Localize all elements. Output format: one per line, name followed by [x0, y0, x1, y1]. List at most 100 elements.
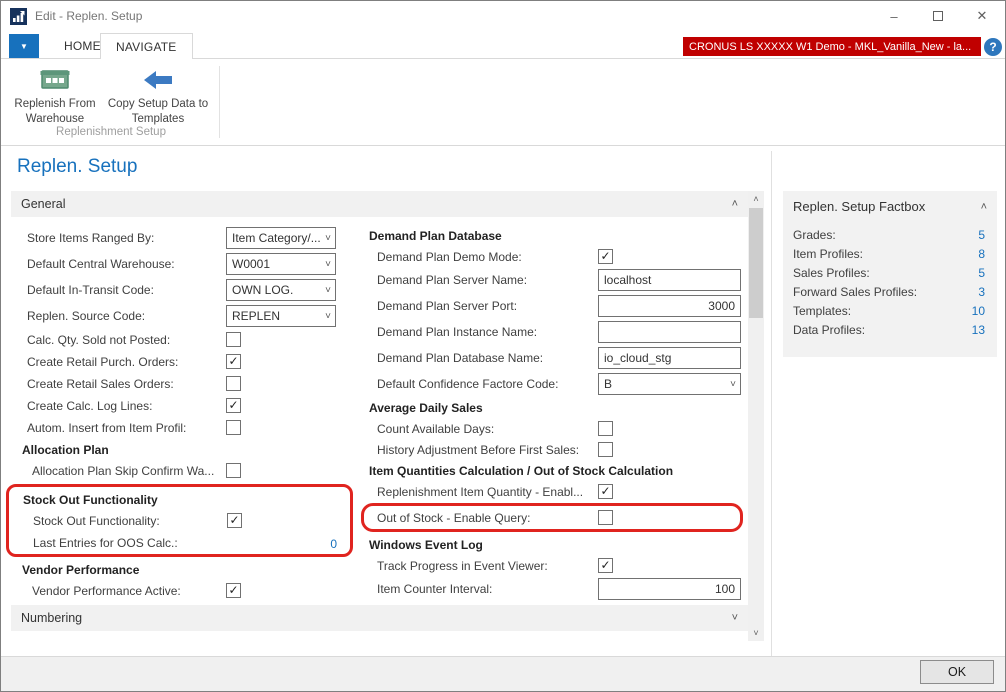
checkbox[interactable]: ✓ — [227, 513, 242, 528]
text-input[interactable] — [598, 321, 741, 343]
scroll-up-icon[interactable]: ˄ — [748, 191, 764, 207]
checkbox[interactable] — [598, 510, 613, 525]
field-label: Calc. Qty. Sold not Posted: — [27, 333, 170, 347]
field-row: Stock Out Functionality — [12, 489, 347, 510]
checkbox[interactable]: ✓ — [598, 249, 613, 264]
field-control — [226, 460, 336, 482]
field-row: Vendor Performance — [11, 559, 357, 580]
checkbox[interactable]: ✓ — [226, 583, 241, 598]
value-field[interactable]: 0 — [330, 537, 337, 551]
copy-setup-data-to-templates-button[interactable]: Copy Setup Data to Templates — [103, 65, 213, 127]
ribbon-group-divider — [219, 66, 220, 138]
vertical-scrollbar[interactable]: ˄ ˅ — [748, 191, 764, 641]
text-input[interactable] — [598, 269, 741, 291]
field-control — [598, 576, 741, 602]
maximize-button[interactable] — [916, 1, 960, 31]
checkbox[interactable] — [226, 332, 241, 347]
field-row: Stock Out Functionality:✓ — [12, 510, 347, 532]
field-label: Store Items Ranged By: — [27, 231, 154, 245]
minimize-button[interactable]: – — [872, 1, 916, 31]
chevron-down-icon: ˅ — [732, 612, 738, 624]
application-menu-button[interactable]: ▼ — [9, 34, 39, 58]
scrollbar-thumb[interactable] — [749, 208, 763, 318]
general-section-header[interactable]: General ˄ — [11, 191, 748, 217]
tab-navigate[interactable]: NAVIGATE — [100, 33, 193, 59]
factbox-panel: Replen. Setup Factbox ˄ Grades:5Item Pro… — [783, 191, 997, 357]
factbox-row-value[interactable]: 8 — [978, 247, 985, 261]
dropdown-value: REPLEN — [232, 309, 280, 323]
field-row: Allocation Plan Skip Confirm Wa... — [11, 460, 357, 482]
field-control: 0 — [227, 532, 337, 553]
dropdown-field[interactable]: B˅ — [598, 373, 741, 395]
field-label: History Adjustment Before First Sales: — [377, 443, 579, 457]
numbering-section-header[interactable]: Numbering ˅ — [11, 605, 748, 631]
factbox-row-label: Data Profiles: — [793, 323, 865, 337]
dropdown-field[interactable]: OWN LOG.˅ — [226, 279, 336, 301]
dropdown-arrow-icon: ▼ — [20, 42, 28, 51]
general-section-label: General — [21, 197, 65, 211]
field-control: ✓ — [598, 246, 741, 267]
factbox-header[interactable]: Replen. Setup Factbox ˄ — [791, 199, 989, 214]
checkbox[interactable]: ✓ — [598, 484, 613, 499]
field-row: Create Retail Purch. Orders:✓ — [11, 351, 357, 373]
field-row: Track Progress in Event Viewer: ✓ — [367, 555, 745, 576]
dropdown-field[interactable]: Item Category/...˅ — [226, 227, 336, 249]
text-input[interactable] — [598, 578, 741, 600]
copy-arrow-icon — [142, 68, 174, 92]
company-banner[interactable]: CRONUS LS XXXXX W1 Demo - MKL_Vanilla_Ne… — [683, 37, 981, 56]
factbox-row-label: Sales Profiles: — [793, 266, 870, 280]
dropdown-value: OWN LOG. — [232, 283, 293, 297]
factbox-row-label: Forward Sales Profiles: — [793, 285, 917, 299]
field-label: Autom. Insert from Item Profil: — [27, 421, 186, 435]
checkbox[interactable] — [226, 463, 241, 478]
chevron-down-icon: ˅ — [730, 379, 736, 390]
checkbox[interactable] — [226, 420, 241, 435]
replenish-from-warehouse-label: Replenish From Warehouse — [14, 98, 95, 125]
factbox-row-value[interactable]: 5 — [978, 266, 985, 280]
dropdown-field[interactable]: W0001˅ — [226, 253, 336, 275]
field-group-heading: Item Quantities Calculation / Out of Sto… — [369, 464, 673, 478]
app-window: Edit - Replen. Setup – ✕ ▼ HOME NAVIGATE… — [0, 0, 1006, 692]
field-control — [226, 417, 336, 439]
checkbox[interactable] — [226, 376, 241, 391]
dropdown-value: Item Category/... — [232, 231, 321, 245]
field-label: Demand Plan Server Port: — [377, 299, 517, 313]
text-input[interactable] — [598, 295, 741, 317]
chevron-up-icon: ˄ — [732, 198, 738, 210]
highlight-annotation-box: Stock Out FunctionalityStock Out Functio… — [6, 484, 353, 557]
field-label: Replenishment Item Quantity - Enabl... — [377, 485, 583, 499]
field-row: Demand Plan Database Name: — [367, 345, 745, 371]
factbox-row-value[interactable]: 3 — [978, 285, 985, 299]
numbering-section-label: Numbering — [21, 611, 82, 625]
ok-button[interactable]: OK — [920, 660, 994, 684]
field-row: Default Central Warehouse:W0001˅ — [11, 251, 357, 277]
field-row: Autom. Insert from Item Profil: — [11, 417, 357, 439]
field-row: Default Confidence Factore Code:B˅ — [367, 371, 745, 397]
field-control: ✓ — [227, 510, 337, 532]
tab-home-label: HOME — [64, 39, 101, 53]
factbox-row-value[interactable]: 13 — [972, 323, 985, 337]
checkbox[interactable] — [598, 442, 613, 457]
text-input[interactable] — [598, 347, 741, 369]
dropdown-field[interactable]: REPLEN˅ — [226, 305, 336, 327]
company-banner-text: CRONUS LS XXXXX W1 Demo - MKL_Vanilla_Ne… — [689, 41, 971, 53]
replenish-from-warehouse-button[interactable]: Replenish From Warehouse — [9, 65, 101, 127]
factbox-row: Sales Profiles: 5 — [791, 263, 989, 282]
ribbon-tab-bar: ▼ HOME NAVIGATE CRONUS LS XXXXX W1 Demo … — [1, 31, 1005, 59]
checkbox[interactable]: ✓ — [226, 398, 241, 413]
scroll-down-icon[interactable]: ˅ — [748, 625, 764, 641]
help-button[interactable]: ? — [984, 38, 1002, 56]
close-button[interactable]: ✕ — [960, 1, 1004, 31]
field-control — [226, 373, 336, 395]
field-row: Replenishment Item Quantity - Enabl... ✓ — [367, 481, 745, 502]
factbox-title: Replen. Setup Factbox — [793, 199, 925, 214]
checkbox[interactable] — [598, 421, 613, 436]
factbox-row-value[interactable]: 10 — [972, 304, 985, 318]
checkbox[interactable]: ✓ — [226, 354, 241, 369]
field-label: Count Available Days: — [377, 422, 494, 436]
checkbox[interactable]: ✓ — [598, 558, 613, 573]
field-label: Create Calc. Log Lines: — [27, 399, 152, 413]
factbox-row-value[interactable]: 5 — [978, 228, 985, 242]
field-label: Track Progress in Event Viewer: — [377, 559, 548, 573]
field-control — [598, 293, 741, 319]
